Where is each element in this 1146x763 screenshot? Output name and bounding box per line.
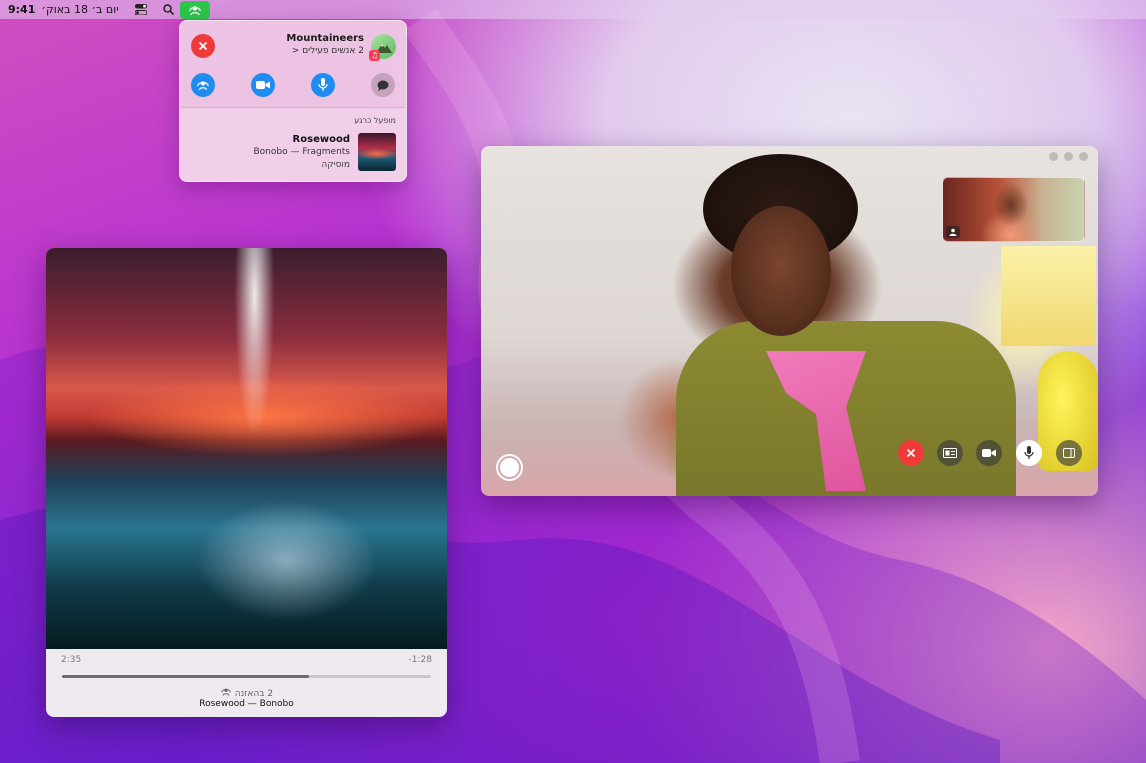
sidebar-button[interactable] <box>1056 440 1082 466</box>
video-icon <box>256 81 270 89</box>
song-app: מוסיקה <box>321 160 350 170</box>
menubar-date[interactable]: יום ב׳ 18 באוק׳ <box>41 3 118 16</box>
screen-share-button[interactable] <box>937 440 963 466</box>
now-playing-label: מופעל כרגע <box>354 116 396 125</box>
music-miniplayer: 2:35 -1:28 2 בהאזנה Rosewood — Bonobo <box>46 248 447 717</box>
shareplay-popover: Mountaineers 2 אנשים פעילים < ♫ מופעל כר… <box>179 20 407 182</box>
playback-scrubber[interactable] <box>62 675 431 678</box>
minimize-window-button[interactable] <box>1064 152 1073 161</box>
menubar-time[interactable]: 9:41 <box>8 3 35 16</box>
listeners-info: 2 בהאזנה <box>46 687 447 699</box>
lamp-shade <box>1001 246 1096 346</box>
message-icon <box>377 80 389 91</box>
message-button[interactable] <box>371 73 395 97</box>
facetime-window <box>481 146 1098 496</box>
self-view-pip[interactable] <box>942 177 1085 242</box>
sidebar-icon <box>1063 448 1075 458</box>
control-center-icon[interactable] <box>133 3 149 17</box>
now-playing-line: Rosewood — Bonobo <box>199 699 294 709</box>
video-toggle-button[interactable] <box>976 440 1002 466</box>
chevron-icon: < <box>291 46 300 56</box>
album-artwork <box>46 248 447 649</box>
video-button[interactable] <box>251 73 275 97</box>
song-title[interactable]: Rosewood <box>293 134 350 145</box>
microphone-button[interactable] <box>311 73 335 97</box>
listeners-count: 2 בהאזנה <box>234 689 274 699</box>
leave-shareplay-button[interactable] <box>191 34 215 58</box>
end-call-icon <box>906 448 916 458</box>
playback-progress <box>62 675 310 678</box>
close-icon <box>198 41 208 51</box>
microphone-icon <box>318 78 328 91</box>
microphone-icon <box>1024 446 1034 459</box>
person-icon <box>946 226 960 238</box>
video-icon <box>982 449 996 457</box>
microphone-toggle-button[interactable] <box>1016 440 1042 466</box>
screen-share-icon <box>943 448 957 458</box>
window-controls <box>1049 152 1088 161</box>
active-people-link[interactable]: 2 אנשים פעילים < <box>292 46 364 56</box>
time-elapsed: 2:35 <box>61 655 82 665</box>
shareplay-icon <box>187 1 203 20</box>
song-artist: Bonobo — Fragments <box>253 147 350 157</box>
search-icon[interactable] <box>161 3 177 17</box>
close-window-button[interactable] <box>1049 152 1058 161</box>
shareplay-icon <box>220 688 232 699</box>
music-app-icon: ♫ <box>369 50 380 61</box>
album-art-thumbnail[interactable] <box>358 133 396 171</box>
time-remaining: -1:28 <box>408 655 432 665</box>
active-people-count: 2 אנשים פעילים <box>302 46 364 56</box>
end-call-button[interactable] <box>898 440 924 466</box>
caller-face <box>731 206 831 336</box>
shareplay-icon <box>196 81 210 91</box>
shutter-icon <box>500 458 519 477</box>
menu-bar: 9:41 יום ב׳ 18 באוק׳ <box>0 0 1146 19</box>
shareplay-button[interactable] <box>191 73 215 97</box>
shareplay-menubar-button[interactable] <box>180 1 210 19</box>
zoom-window-button[interactable] <box>1079 152 1088 161</box>
live-photo-button[interactable] <box>496 454 523 481</box>
group-name: Mountaineers <box>286 33 364 44</box>
